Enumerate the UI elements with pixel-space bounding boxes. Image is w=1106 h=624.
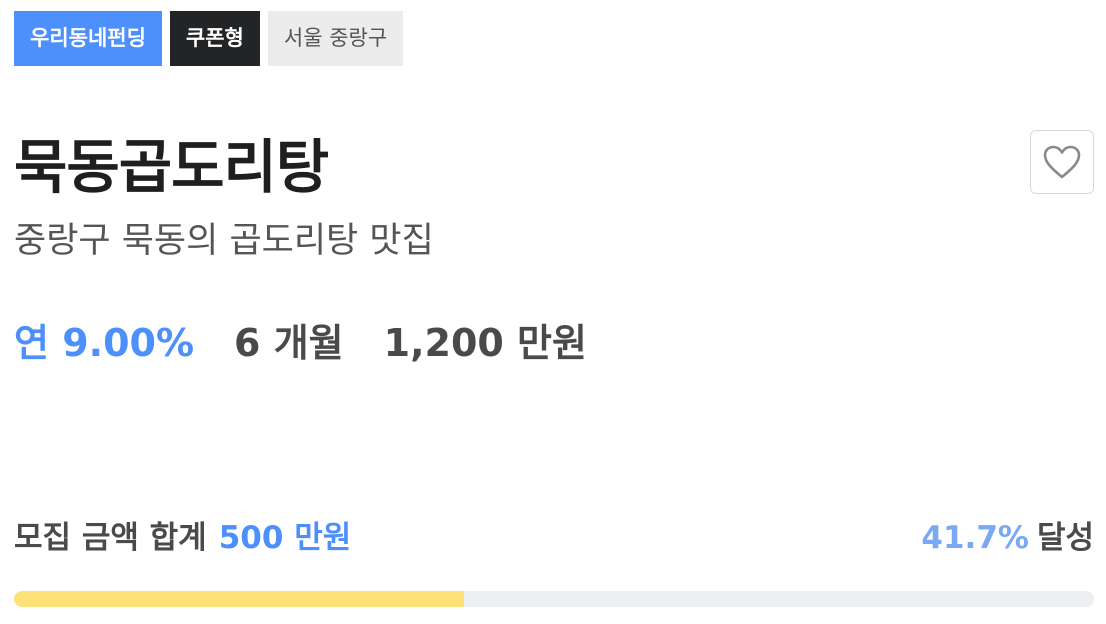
funding-detail-page: 우리동네펀딩 쿠폰형 서울 중랑구 묵동곱도리탕 중랑구 묵동의 곱도리탕 맛집… xyxy=(0,0,1106,624)
funding-achievement: 41.7% 달성 xyxy=(921,512,1094,557)
funding-progress-bar xyxy=(14,591,1094,607)
tag-type[interactable]: 쿠폰형 xyxy=(169,11,260,66)
page-title: 묵동곱도리탕 xyxy=(14,133,329,201)
investment-period: 6 개월 xyxy=(234,321,344,365)
interest-rate: 연 9.00% xyxy=(14,321,195,365)
funding-summary: 모집 금액 합계 500 만원 41.7% 달성 xyxy=(14,512,1094,557)
heart-icon xyxy=(1043,145,1081,179)
achievement-percent: 41.7% xyxy=(921,520,1029,556)
favorite-button[interactable] xyxy=(1030,130,1094,194)
tag-list: 우리동네펀딩 쿠폰형 서울 중랑구 xyxy=(14,11,404,66)
tag-region[interactable]: 서울 중랑구 xyxy=(267,11,404,66)
funding-total-amount: 500 만원 xyxy=(218,520,352,556)
target-amount: 1,200 만원 xyxy=(383,321,587,365)
tag-category[interactable]: 우리동네펀딩 xyxy=(14,11,162,66)
funding-total-label: 모집 금액 합계 xyxy=(14,520,207,556)
page-subtitle: 중랑구 묵동의 곱도리탕 맛집 xyxy=(14,221,434,261)
funding-total: 모집 금액 합계 500 만원 xyxy=(14,512,351,557)
achievement-label: 달성 xyxy=(1036,520,1094,556)
funding-progress-fill xyxy=(14,591,465,607)
investment-terms: 연 9.00% 6 개월 1,200 만원 xyxy=(14,312,587,367)
